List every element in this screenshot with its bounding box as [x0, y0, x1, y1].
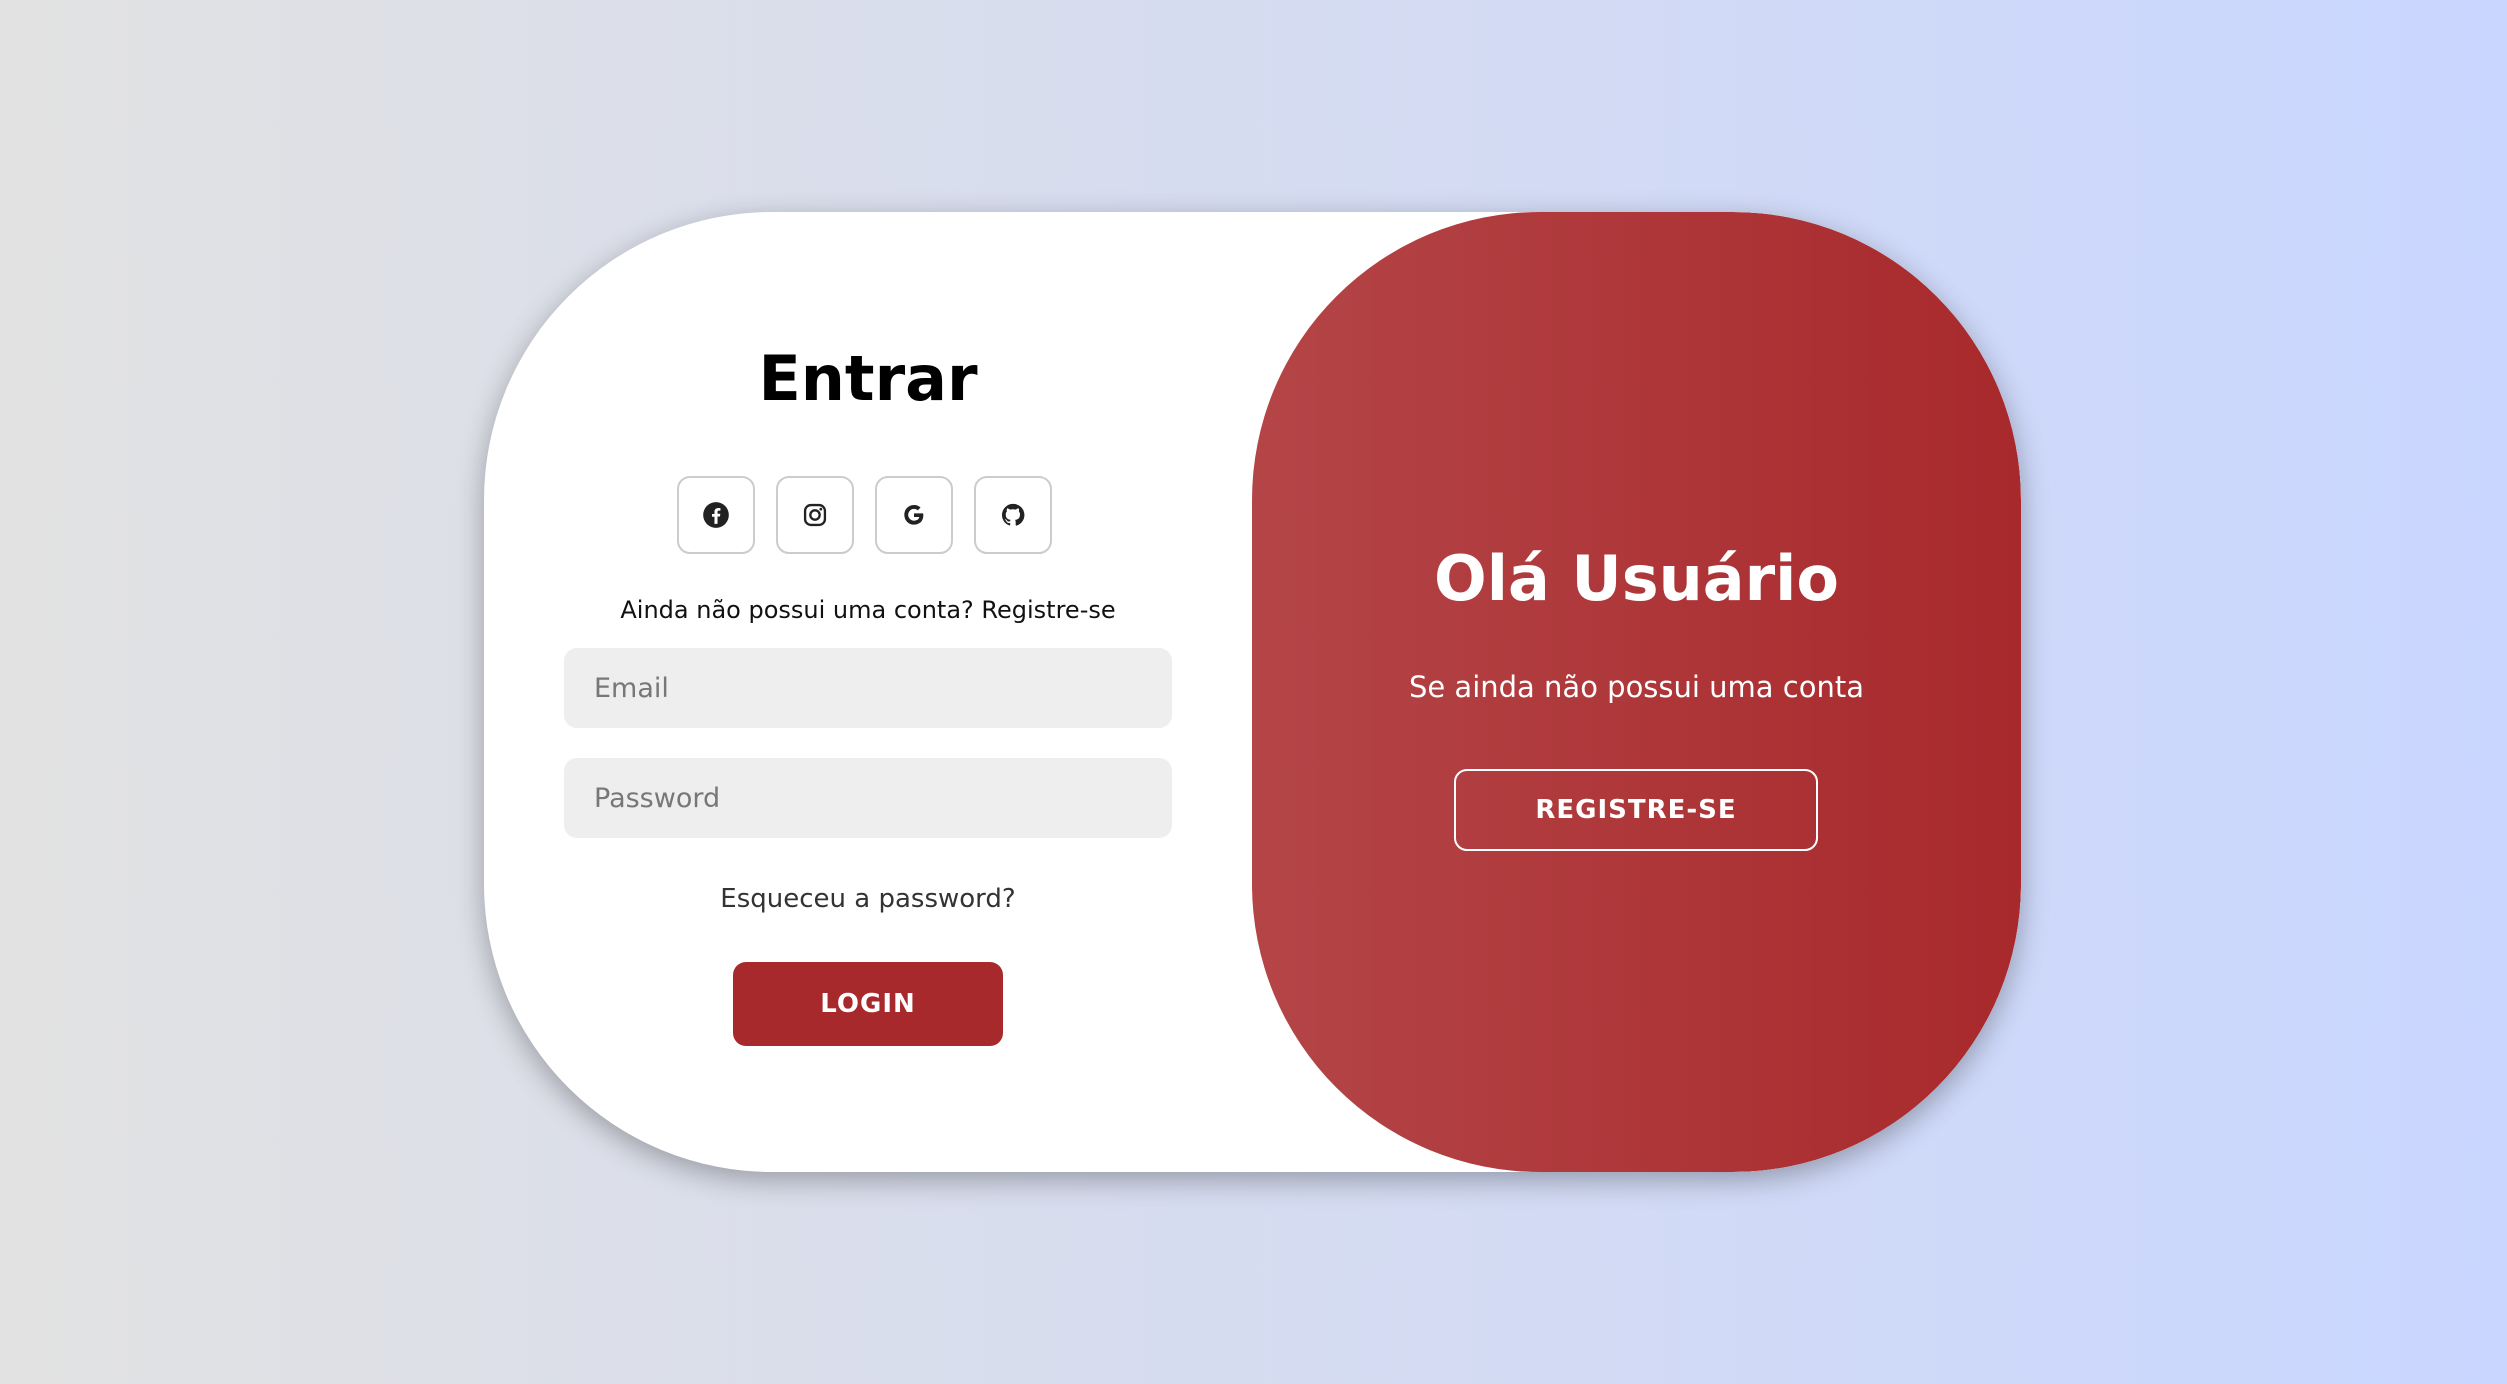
- facebook-button[interactable]: [677, 476, 755, 554]
- instagram-button[interactable]: [776, 476, 854, 554]
- instagram-icon: [803, 503, 827, 527]
- social-buttons: [677, 476, 1052, 554]
- login-title: Entrar: [758, 342, 978, 415]
- login-button[interactable]: LOGIN: [733, 962, 1003, 1046]
- password-input[interactable]: [564, 758, 1172, 838]
- login-form: Entrar Ainda não possui uma conta? Regis…: [484, 212, 1252, 1172]
- forgot-password-link[interactable]: Esqueceu a password?: [484, 884, 1252, 914]
- auth-card: Entrar Ainda não possui uma conta? Regis…: [484, 212, 2021, 1172]
- panel-text: Se ainda não possui uma conta: [1408, 670, 1865, 704]
- google-icon: [904, 504, 924, 525]
- welcome-panel: Olá Usuário Se ainda não possui uma cont…: [1252, 212, 2021, 1172]
- signup-prompt[interactable]: Ainda não possui uma conta? Registre-se: [484, 596, 1252, 624]
- github-icon: [1001, 503, 1025, 526]
- panel-title: Olá Usuário: [1433, 542, 1840, 615]
- github-button[interactable]: [974, 476, 1052, 554]
- register-button[interactable]: REGISTRE-SE: [1454, 769, 1818, 851]
- facebook-icon: [703, 502, 729, 528]
- email-input[interactable]: [564, 648, 1172, 728]
- google-button[interactable]: [875, 476, 953, 554]
